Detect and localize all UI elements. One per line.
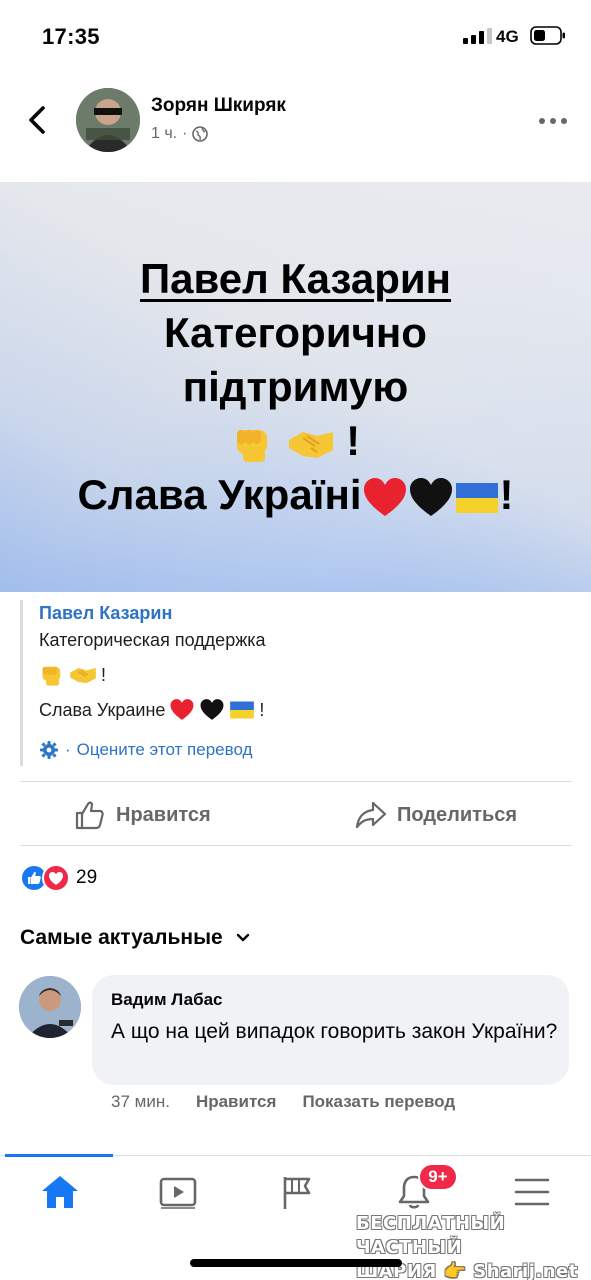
active-tab-indicator <box>5 1154 113 1157</box>
image-line-4: ! <box>231 414 360 468</box>
share-icon <box>355 801 387 829</box>
red-heart-emoji-icon <box>170 699 194 720</box>
handshake-emoji-icon <box>288 431 333 458</box>
ukraine-flag-emoji-icon <box>230 701 255 719</box>
signal-icon <box>463 28 492 44</box>
show-translation-button[interactable]: Показать перевод <box>302 1092 455 1112</box>
image-line-5-text: Слава Україні <box>77 471 362 518</box>
translation-title[interactable]: Павел Казарин <box>39 603 172 624</box>
notifications-badge: 9+ <box>418 1163 458 1191</box>
watermark-line-1: БЕСПЛАТНЫЙ ЧАСТНЫЙ <box>356 1213 506 1258</box>
image-line-2: Категорично <box>164 309 427 356</box>
comment-text: А що на цей випадок говорить закон Украї… <box>111 1020 558 1043</box>
rate-translation[interactable]: · Оцените этот перевод <box>39 740 252 760</box>
thumbs-up-icon <box>75 801 104 830</box>
pages-flag-icon <box>283 1177 311 1209</box>
love-reaction-icon <box>42 864 70 892</box>
post-meta: 1 ч. · <box>151 125 209 143</box>
reaction-count: 29 <box>76 867 98 888</box>
divider <box>20 845 572 846</box>
comment-bubble[interactable]: Вадим Лабас А що на цей випадок говорить… <box>92 975 569 1085</box>
video-icon <box>159 1177 197 1209</box>
globe-icon <box>192 126 209 142</box>
ukraine-flag-emoji-icon <box>455 482 498 513</box>
translation-line-1: Категорическая поддержка <box>39 630 266 651</box>
translation-line-3-suffix: ! <box>259 699 265 720</box>
translation-line-3-text: Слава Украине <box>39 699 166 720</box>
author-avatar[interactable] <box>76 88 140 152</box>
more-options-button[interactable] <box>538 116 568 126</box>
post-author-name[interactable]: Зорян Шкиряк <box>151 95 286 117</box>
network-type: 4G <box>496 27 519 46</box>
tab-menu[interactable] <box>507 1170 557 1214</box>
avatar-image <box>76 88 140 152</box>
like-label: Нравится <box>116 803 211 826</box>
battery-icon <box>530 26 565 45</box>
translation-line-2-suffix: ! <box>101 664 107 685</box>
reaction-summary[interactable]: 29 <box>20 864 97 892</box>
share-label: Поделиться <box>397 803 518 826</box>
share-button[interactable]: Поделиться <box>355 799 517 831</box>
rate-separator: · <box>65 740 71 759</box>
image-title: Павел Казарин <box>139 255 452 302</box>
menu-icon <box>514 1178 550 1206</box>
rate-translation-label[interactable]: Оцените этот перевод <box>77 740 253 760</box>
commenter-name[interactable]: Вадим Лабас <box>111 990 223 1010</box>
image-line-5: Слава Україні ! <box>77 468 513 522</box>
post-image[interactable]: Павел Казарин Категорично підтримую ! Сл… <box>0 182 591 592</box>
red-heart-emoji-icon <box>363 477 406 516</box>
home-icon <box>42 1176 78 1208</box>
meta-separator: · <box>182 125 188 142</box>
image-line-5-suffix: ! <box>499 471 514 518</box>
status-time: 17:35 <box>42 24 100 49</box>
commenter-avatar[interactable] <box>19 976 81 1038</box>
translation-line-1-text: Категорическая поддержка <box>39 630 266 650</box>
image-line-4-suffix: ! <box>346 417 361 464</box>
divider <box>20 781 572 782</box>
comment-sort-label: Самые актуальные <box>20 926 223 949</box>
raised-fist-emoji-icon <box>236 429 267 462</box>
translation-line-2: ! <box>39 662 106 688</box>
comment-meta: 37 мин. Нравится Показать перевод <box>111 1092 455 1112</box>
tab-pages[interactable] <box>271 1170 321 1214</box>
image-line-3: підтримую <box>182 363 409 410</box>
tab-home[interactable] <box>35 1170 85 1214</box>
back-button[interactable] <box>22 102 52 138</box>
chevron-down-icon <box>236 933 249 942</box>
tab-video[interactable] <box>153 1170 203 1214</box>
status-bar: 17:35 4G <box>0 0 591 70</box>
commenter-avatar-image <box>19 976 81 1038</box>
like-button[interactable]: Нравится <box>74 799 211 831</box>
black-heart-emoji-icon <box>409 477 452 516</box>
watermark: БЕСПЛАТНЫЙ ЧАСТНЫЙ ШАРИЯ 👉 Sharij.net <box>356 1212 591 1280</box>
comment-time: 37 мин. <box>111 1092 170 1111</box>
handshake-emoji-icon <box>70 668 96 684</box>
comment-like-button[interactable]: Нравится <box>196 1092 277 1112</box>
post-actions: Нравится Поделиться <box>0 787 591 843</box>
home-indicator <box>190 1259 402 1267</box>
gear-icon <box>40 741 58 759</box>
translation-line-3: Слава Украине ! <box>39 698 264 722</box>
black-heart-emoji-icon <box>200 699 224 720</box>
post-header: Зорян Шкиряк 1 ч. · <box>0 80 591 170</box>
raised-fist-emoji-icon <box>42 666 61 686</box>
translation-block: Павел Казарин Категорическая поддержка !… <box>20 600 560 766</box>
comment-sort-dropdown[interactable]: Самые актуальные <box>20 926 251 950</box>
post-time: 1 ч. <box>151 125 178 142</box>
